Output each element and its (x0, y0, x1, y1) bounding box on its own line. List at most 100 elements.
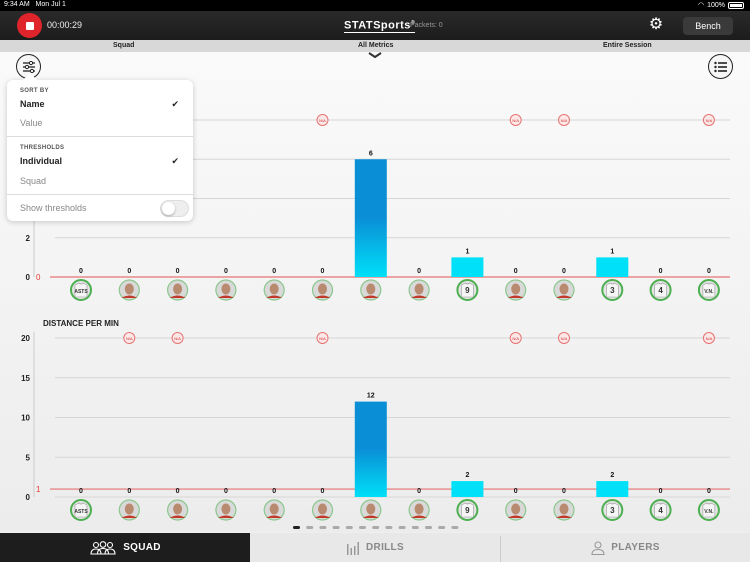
threshold-value-label: 1 (36, 485, 41, 494)
page-dot[interactable] (425, 526, 432, 529)
pagination-dots (293, 526, 459, 529)
page-dot[interactable] (293, 526, 300, 529)
player-avatar[interactable]: V.N. (697, 279, 720, 301)
tab-drills-label: DRILLS (366, 542, 404, 553)
bar (451, 257, 484, 277)
player-avatar[interactable] (311, 279, 334, 301)
player-face (318, 283, 327, 295)
player-avatar[interactable] (553, 279, 575, 301)
player-avatar[interactable] (311, 499, 334, 521)
filter-metric[interactable]: All Metrics (358, 42, 393, 49)
page-dot[interactable] (438, 526, 446, 529)
player-avatar[interactable] (215, 279, 237, 301)
bar-value-label: 0 (707, 488, 711, 495)
jersey-label: 9 (465, 506, 470, 515)
page-dot[interactable] (332, 526, 340, 529)
page-dot[interactable] (359, 526, 366, 529)
player-avatar[interactable] (505, 279, 527, 301)
check-icon: ✔ (171, 99, 179, 109)
player-avatar[interactable]: 3 (601, 279, 624, 301)
sort-option-value[interactable]: Value (20, 118, 42, 128)
tab-squad[interactable]: SQUAD (0, 533, 250, 562)
sort-threshold-popover: SORT BY Name ✔ Value THRESHOLDS Individu… (7, 80, 193, 221)
player-face (124, 283, 134, 295)
page-dot[interactable] (345, 526, 353, 529)
toggle-knob (162, 202, 175, 215)
sort-option-name[interactable]: Name (20, 99, 45, 109)
jersey-label: 9 (465, 286, 470, 295)
stop-icon (25, 21, 34, 30)
chevron-down-icon[interactable] (367, 51, 383, 59)
player-avatar[interactable]: 9 (456, 499, 479, 521)
player-avatar[interactable] (553, 499, 575, 521)
threshold-option-individual[interactable]: Individual (20, 156, 62, 166)
bar-value-label: 0 (562, 488, 566, 495)
page-dot[interactable] (372, 526, 380, 529)
page-dot[interactable] (319, 526, 327, 529)
player-avatar[interactable] (215, 499, 237, 521)
na-badge-text: N/A (174, 336, 181, 341)
player-avatar[interactable]: V.N. (697, 499, 720, 521)
player-avatar[interactable] (360, 499, 382, 521)
jersey-label: 4 (658, 506, 663, 515)
page-dot[interactable] (451, 526, 459, 529)
bar-value-label: 0 (514, 268, 518, 275)
page-dot[interactable] (398, 526, 406, 529)
player-avatar[interactable] (167, 279, 189, 301)
bar-value-label: 1 (610, 248, 614, 255)
bar-value-label: 2 (610, 472, 614, 479)
bar-value-label: 1 (465, 248, 469, 255)
player-avatar[interactable]: ASTS (70, 499, 92, 521)
player-avatar[interactable]: 4 (649, 279, 672, 301)
list-icon (713, 61, 727, 72)
player-face (173, 503, 183, 515)
sliders-icon (22, 60, 35, 73)
stop-recording-button[interactable] (17, 13, 42, 38)
player-face (414, 283, 424, 295)
bar-value-label: 0 (176, 488, 180, 495)
page-dot[interactable] (385, 526, 393, 529)
player-avatar[interactable] (408, 279, 430, 301)
y-tick-label: 10 (21, 414, 30, 423)
player-face (511, 503, 521, 515)
status-bar: 9:34 AM Mon Jul 1 ◠ 100% (0, 0, 750, 11)
filter-period[interactable]: Entire Session (603, 42, 652, 49)
tab-players[interactable]: PLAYERS (501, 533, 750, 562)
player-face (366, 503, 376, 515)
jersey-label: ASTS (74, 509, 88, 515)
player-avatar[interactable] (167, 499, 189, 521)
na-badge-text: N/A (706, 118, 713, 123)
player-avatar[interactable] (118, 499, 140, 521)
player-avatar[interactable] (263, 499, 285, 521)
top-bar: 00:00:29 STATSports® Packets: 0 ⚙ Bench (0, 11, 750, 40)
player-avatar[interactable]: 9 (456, 279, 479, 301)
y-tick-label: 0 (26, 493, 31, 502)
player-avatar[interactable] (263, 279, 285, 301)
show-thresholds-toggle[interactable] (160, 200, 189, 217)
tab-drills[interactable]: DRILLS (250, 533, 500, 562)
filter-group[interactable]: Squad (113, 42, 134, 49)
bench-button[interactable]: Bench (683, 17, 733, 35)
page-dot[interactable] (306, 526, 314, 529)
bar-value-label: 0 (272, 268, 276, 275)
player-avatar[interactable] (118, 279, 140, 301)
y-tick-label: 0 (26, 273, 31, 282)
bar-value-label: 2 (465, 472, 469, 479)
player-face (366, 283, 376, 295)
player-avatar[interactable] (408, 499, 430, 521)
player-face (221, 503, 231, 515)
player-avatar[interactable]: 4 (649, 499, 672, 521)
divider (7, 136, 193, 137)
player-avatar[interactable] (505, 499, 527, 521)
page-dot[interactable] (411, 526, 419, 529)
player-face (173, 283, 183, 295)
jersey-label: V.N. (704, 509, 714, 515)
list-view-button[interactable] (708, 54, 733, 79)
show-thresholds-label: Show thresholds (20, 203, 87, 213)
gear-icon[interactable]: ⚙ (648, 17, 664, 33)
y-tick-label: 15 (21, 374, 30, 383)
player-avatar[interactable]: 3 (601, 499, 624, 521)
threshold-option-squad[interactable]: Squad (20, 176, 46, 186)
player-avatar[interactable] (360, 279, 382, 301)
player-avatar[interactable]: ASTS (70, 279, 92, 301)
